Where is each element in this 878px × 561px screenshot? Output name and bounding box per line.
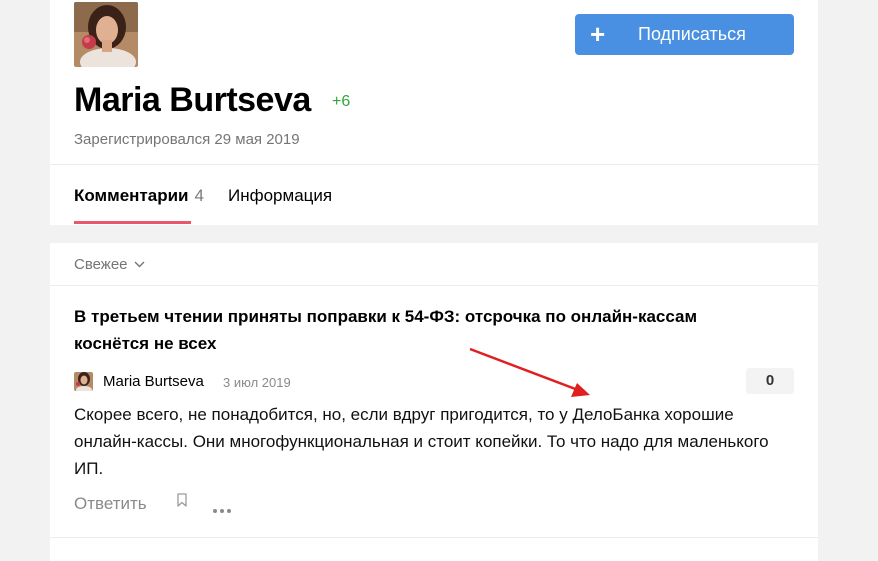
divider [50,164,818,165]
subscribe-button[interactable]: + Подписаться [575,14,794,55]
divider [50,537,818,538]
comment-date[interactable]: 3 июл 2019 [223,375,291,390]
karma-badge: +6 [332,93,351,110]
profile-avatar[interactable] [74,2,138,67]
registration-date: Зарегистрировался 29 мая 2019 [74,131,300,148]
more-icon[interactable] [212,501,232,519]
comment-vote-count[interactable]: 0 [746,368,794,394]
profile-name: Maria Burtseva [74,81,311,119]
tab-comments-count: 4 [194,186,204,205]
sort-label: Свежее [74,256,128,273]
active-tab-indicator [74,221,191,224]
chevron-down-icon [134,255,145,272]
bookmark-icon[interactable] [176,493,188,512]
tab-comments-label: Комментарии [74,186,189,205]
profile-header: + Подписаться Maria Burtseva +6 Зарегист… [50,0,818,225]
divider [50,285,818,286]
comment-article-link[interactable]: В третьем чтении приняты поправки к 54-Ф… [74,303,774,357]
comments-feed: Свежее В третьем чтении приняты поправки… [50,243,818,561]
sort-dropdown[interactable]: Свежее [74,255,145,273]
tab-comments[interactable]: Комментарии 4 [74,185,204,207]
plus-icon: + [590,19,606,49]
tab-information[interactable]: Информация [228,185,332,207]
comment-author[interactable]: Maria Burtseva [103,373,204,390]
comment-text: Скорее всего, не понадобится, но, если в… [74,405,769,478]
page: + Подписаться Maria Burtseva +6 Зарегист… [0,0,878,561]
reply-button[interactable]: Ответить [74,494,147,514]
subscribe-label: Подписаться [638,24,746,44]
author-avatar[interactable] [74,372,93,391]
